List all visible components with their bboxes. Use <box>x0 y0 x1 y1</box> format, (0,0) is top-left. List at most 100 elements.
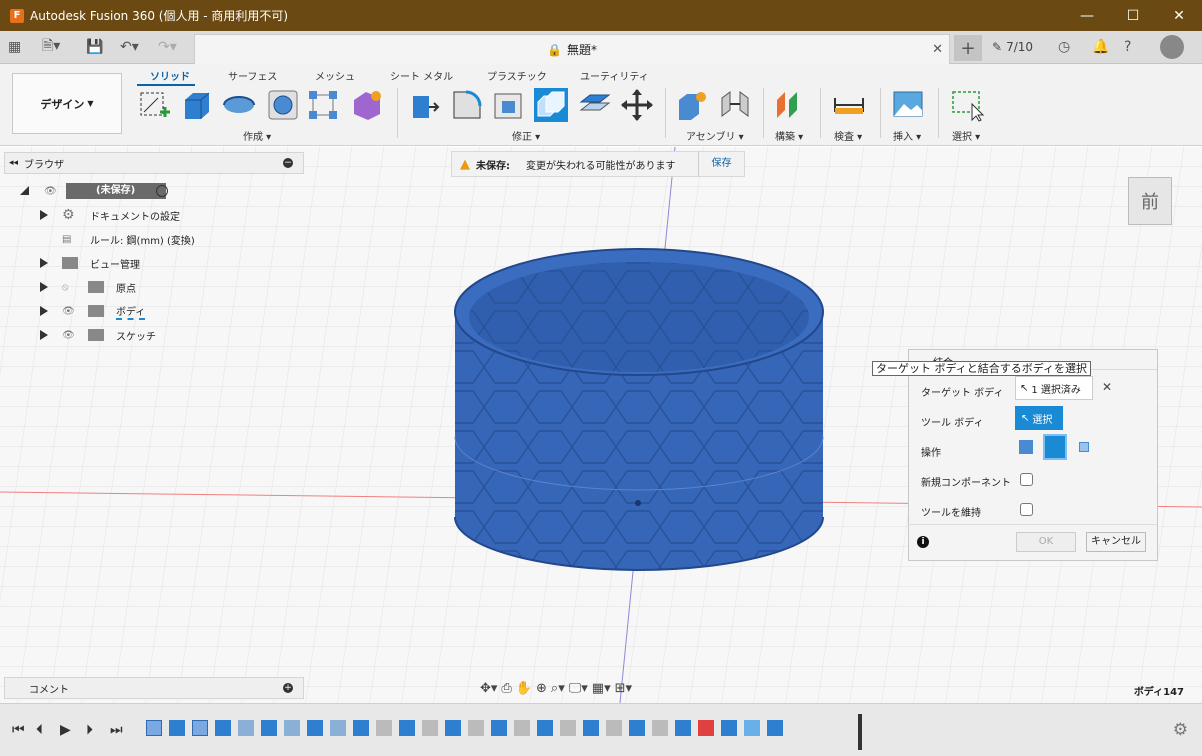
new-tab-plus-icon[interactable]: + <box>954 35 982 61</box>
play-icon[interactable]: ▶ <box>60 722 71 738</box>
offset-face-icon[interactable] <box>578 88 612 122</box>
timeline-feature-icon[interactable] <box>376 720 392 736</box>
file-menu-icon[interactable]: 🗎▾ <box>42 37 60 57</box>
measure-icon[interactable] <box>832 88 866 122</box>
job-status[interactable]: ✎ 7/10 <box>992 36 1033 58</box>
notification-bell-icon[interactable]: 🔔 <box>1092 37 1109 57</box>
tool-body-selector[interactable]: ↖ 選択 <box>1015 406 1063 430</box>
timeline-feature-icon[interactable] <box>261 720 277 736</box>
timeline-feature-icon[interactable] <box>560 720 576 736</box>
timeline-feature-icon[interactable] <box>721 720 737 736</box>
group-inspect-label[interactable]: 検査 ▾ <box>834 128 862 143</box>
document-tab[interactable]: 🔒 無題* ✕ <box>194 34 950 64</box>
expand-triangle-icon[interactable] <box>40 258 48 268</box>
clock-icon[interactable]: ◷ <box>1058 37 1070 57</box>
save-link[interactable]: 保存 <box>698 152 744 176</box>
operation-intersect-icon[interactable] <box>1079 442 1089 452</box>
collapse-browser-icon[interactable]: ◂◂ <box>9 158 18 168</box>
clear-selection-icon[interactable]: ✕ <box>1102 380 1112 394</box>
go-to-end-icon[interactable]: ⏭ <box>110 722 123 738</box>
timeline-feature-icon[interactable] <box>606 720 622 736</box>
timeline-feature-icon[interactable] <box>744 720 760 736</box>
zoom-icon[interactable]: ⊕ <box>536 681 547 696</box>
create-sketch-icon[interactable] <box>138 88 172 122</box>
viewports-icon[interactable]: ⊞▾ <box>615 681 632 696</box>
view-cube[interactable]: 前 <box>1128 177 1172 225</box>
timeline-feature-icon[interactable] <box>583 720 599 736</box>
group-construct-label[interactable]: 構築 ▾ <box>775 128 803 143</box>
timeline-feature-icon[interactable] <box>698 720 714 736</box>
add-comment-icon[interactable]: + <box>283 683 293 693</box>
group-insert-label[interactable]: 挿入 ▾ <box>893 128 921 143</box>
pan-hand-icon[interactable]: ✋ <box>516 681 532 696</box>
group-select-label[interactable]: 選択 ▾ <box>952 128 980 143</box>
timeline-feature-icon[interactable] <box>399 720 415 736</box>
eye-icon[interactable]: 👁 <box>44 186 57 197</box>
data-panel-grid-icon[interactable]: ▦ <box>8 37 21 57</box>
redo-icon[interactable]: ↷▾ <box>158 37 177 57</box>
close-window-button[interactable]: ✕ <box>1156 0 1202 31</box>
tab-solid[interactable]: ソリッド <box>150 68 190 83</box>
hole-icon[interactable] <box>266 88 300 122</box>
timeline-feature-icon[interactable] <box>767 720 783 736</box>
extrude-icon[interactable] <box>180 88 214 122</box>
timeline-features[interactable] <box>146 720 861 742</box>
timeline-feature-icon[interactable] <box>284 720 300 736</box>
tab-plastic[interactable]: プラスチック <box>487 68 547 83</box>
help-icon[interactable]: ? <box>1124 37 1131 57</box>
group-assembly-label[interactable]: アセンブリ ▾ <box>686 128 744 143</box>
eye-hidden-icon[interactable]: ⦸ <box>62 282 69 293</box>
tab-surface[interactable]: サーフェス <box>228 68 277 83</box>
shell-icon[interactable] <box>492 88 526 122</box>
keep-tools-checkbox[interactable] <box>1020 503 1033 516</box>
tab-sheet-metal[interactable]: シート メタル <box>390 68 453 83</box>
new-component-icon[interactable] <box>675 88 709 122</box>
close-tab-icon[interactable]: ✕ <box>932 42 943 57</box>
press-pull-icon[interactable] <box>407 88 441 122</box>
timeline-feature-icon[interactable] <box>307 720 323 736</box>
expand-triangle-icon[interactable] <box>40 330 48 340</box>
timeline-feature-icon[interactable] <box>629 720 645 736</box>
eye-icon[interactable]: 👁 <box>62 306 75 317</box>
combine-icon[interactable] <box>534 88 568 122</box>
expand-triangle-icon[interactable] <box>40 210 48 220</box>
ok-button[interactable]: OK <box>1016 532 1076 552</box>
expanded-triangle-icon[interactable] <box>20 186 29 195</box>
user-avatar[interactable] <box>1160 35 1184 59</box>
timeline-settings-gear-icon[interactable]: ⚙ <box>1173 720 1188 740</box>
cancel-button[interactable]: キャンセル <box>1086 532 1146 552</box>
timeline-feature-icon[interactable] <box>146 720 162 736</box>
timeline-feature-icon[interactable] <box>215 720 231 736</box>
timeline-feature-icon[interactable] <box>445 720 461 736</box>
minimize-panel-icon[interactable]: − <box>283 158 293 168</box>
timeline-feature-icon[interactable] <box>169 720 185 736</box>
step-forward-icon[interactable]: ⏵ <box>86 722 93 738</box>
ring-body[interactable] <box>454 248 824 571</box>
timeline-feature-icon[interactable] <box>675 720 691 736</box>
canvas-viewport[interactable]: ◂◂ ブラウザ − 👁 (未保存) ⚙ ドキュメントの設定 ▤ ルール: 鋼(m… <box>0 147 1202 703</box>
tab-utility[interactable]: ユーティリティ <box>580 68 649 83</box>
go-to-start-icon[interactable]: ⏮ <box>12 722 25 738</box>
timeline-feature-icon[interactable] <box>468 720 484 736</box>
timeline-feature-icon[interactable] <box>652 720 668 736</box>
timeline-feature-icon[interactable] <box>514 720 530 736</box>
timeline-feature-icon[interactable] <box>353 720 369 736</box>
timeline-feature-icon[interactable] <box>192 720 208 736</box>
tab-mesh[interactable]: メッシュ <box>315 68 355 83</box>
operation-cut-icon[interactable] <box>1043 434 1067 460</box>
fillet-icon[interactable] <box>450 88 484 122</box>
timeline-feature-icon[interactable] <box>238 720 254 736</box>
info-icon[interactable]: i <box>917 536 929 548</box>
orbit-icon[interactable]: ✥▾ <box>480 681 497 696</box>
timeline-feature-icon[interactable] <box>537 720 553 736</box>
minimize-button[interactable]: — <box>1064 0 1110 31</box>
operation-join-icon[interactable] <box>1019 440 1033 454</box>
revolve-icon[interactable] <box>222 88 256 122</box>
timeline-feature-icon[interactable] <box>330 720 346 736</box>
target-body-selector[interactable]: ↖ 1 選択済み <box>1015 376 1093 400</box>
expand-triangle-icon[interactable] <box>40 306 48 316</box>
display-settings-icon[interactable]: 🖵▾ <box>569 681 588 696</box>
offset-plane-icon[interactable] <box>773 88 807 122</box>
look-at-icon[interactable]: ⎙ <box>501 681 511 696</box>
new-component-checkbox[interactable] <box>1020 473 1033 486</box>
